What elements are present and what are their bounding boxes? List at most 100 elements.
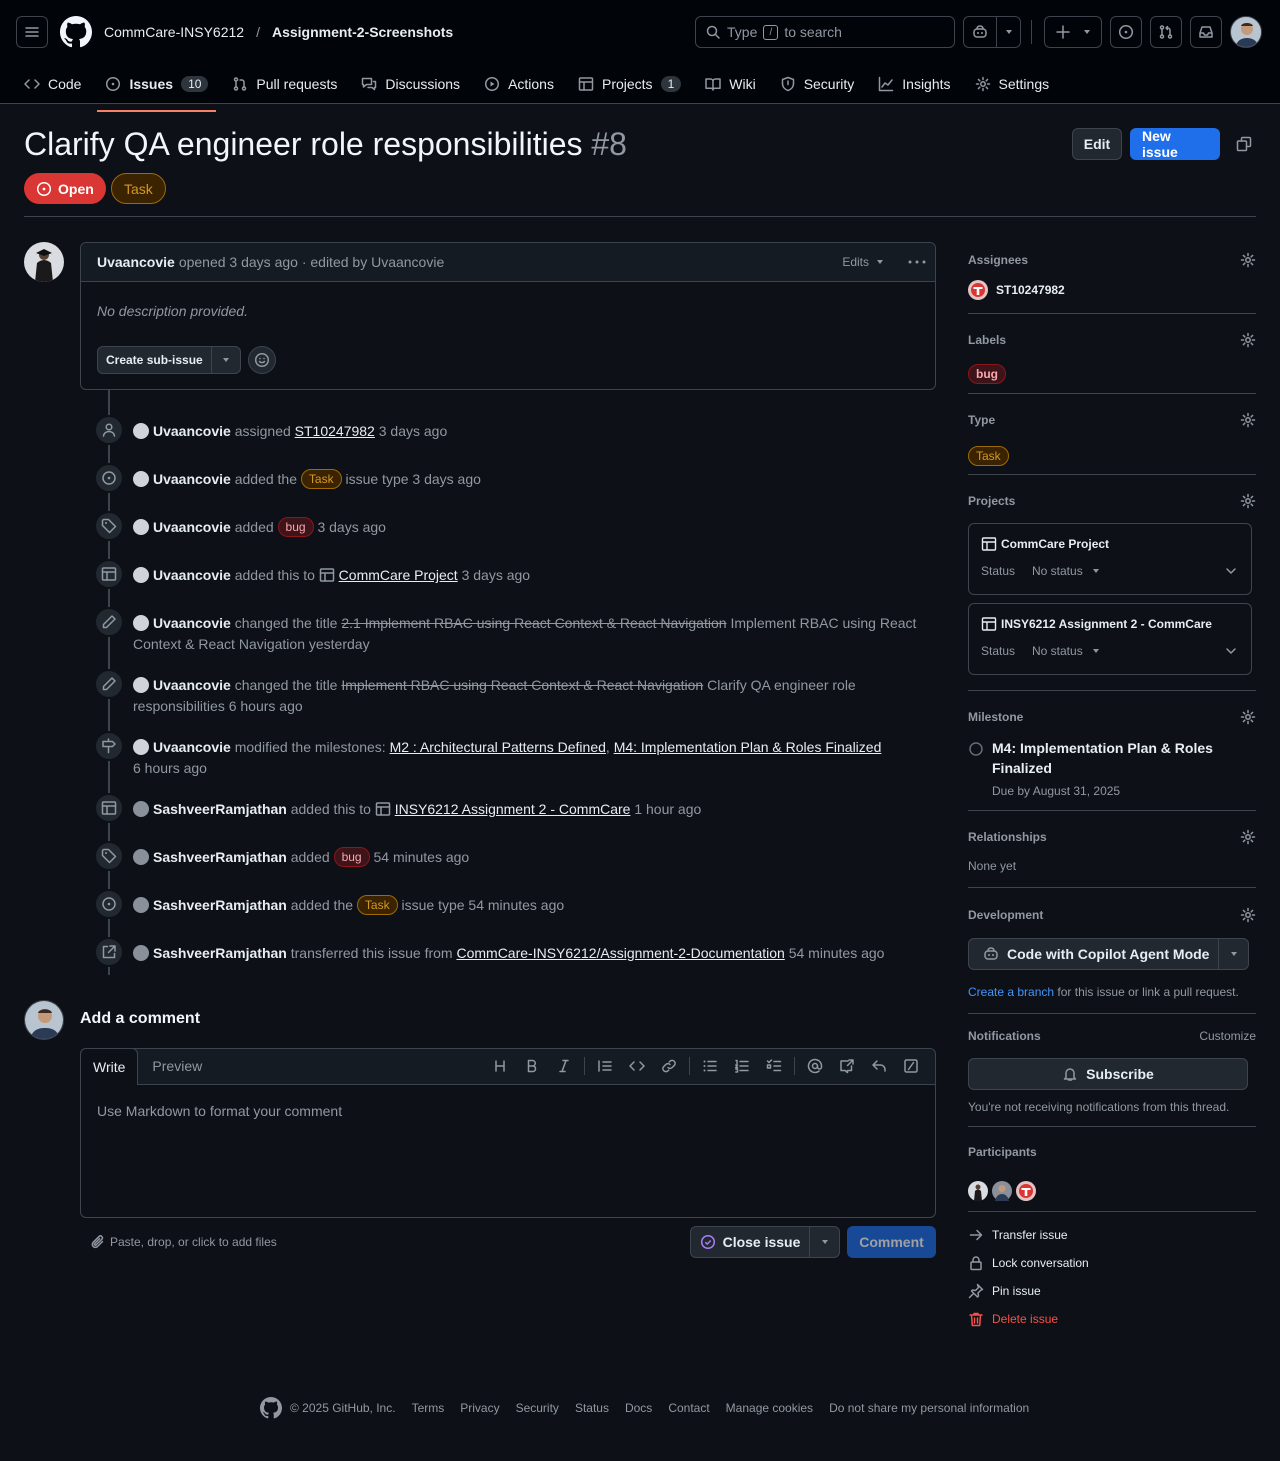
inbox-button[interactable] — [1190, 16, 1222, 48]
milestone-name[interactable]: M4: Implementation Plan & Roles Finalize… — [992, 738, 1232, 778]
actor-avatar[interactable] — [133, 677, 149, 693]
event-actor[interactable]: SashveerRamjathan — [153, 849, 287, 865]
delete-issue-button[interactable]: Delete issue — [968, 1310, 1256, 1328]
actor-avatar[interactable] — [133, 423, 149, 439]
add-reaction-button[interactable] — [247, 346, 276, 374]
create-sub-issue-button[interactable]: Create sub-issue — [98, 353, 211, 367]
source-repo-link[interactable]: CommCare-INSY6212/Assignment-2-Documenta… — [456, 945, 784, 961]
code-button[interactable] — [621, 1058, 653, 1074]
italic-button[interactable] — [548, 1058, 580, 1074]
breadcrumb-org[interactable]: CommCare-INSY6212 — [104, 24, 244, 40]
chevron-down-icon[interactable] — [1223, 643, 1239, 659]
subscribe-button[interactable]: Subscribe — [968, 1058, 1248, 1090]
event-actor[interactable]: Uvaancovie — [153, 739, 231, 755]
customize-notifications-link[interactable]: Customize — [1199, 1029, 1256, 1043]
create-new-button[interactable] — [1044, 16, 1102, 48]
footer-link-docs[interactable]: Docs — [625, 1401, 652, 1415]
tab-pull-requests[interactable]: Pull requests — [224, 68, 345, 100]
comment-author-avatar[interactable] — [24, 242, 64, 282]
label-pill[interactable]: bug — [277, 517, 314, 537]
sub-issue-dropdown-button[interactable] — [212, 355, 240, 365]
participant-avatar[interactable] — [992, 1181, 1012, 1201]
gear-icon[interactable] — [1240, 829, 1256, 845]
event-actor[interactable]: Uvaancovie — [153, 423, 231, 439]
copy-link-button[interactable] — [1228, 128, 1260, 160]
actor-avatar[interactable] — [133, 897, 149, 913]
comment-options-button[interactable] — [907, 254, 927, 270]
heading-button[interactable] — [484, 1058, 516, 1074]
slash-command-button[interactable] — [895, 1058, 927, 1074]
copilot-options-button[interactable] — [1219, 949, 1248, 959]
cross-reference-button[interactable] — [831, 1058, 863, 1074]
gear-icon[interactable] — [1240, 493, 1256, 509]
breadcrumb-repo[interactable]: Assignment-2-Screenshots — [272, 24, 453, 40]
quote-button[interactable] — [589, 1058, 621, 1074]
type-task-pill[interactable]: Task — [968, 446, 1009, 466]
tab-actions[interactable]: Actions — [476, 68, 562, 100]
event-actor[interactable]: Uvaancovie — [153, 519, 231, 535]
assignee-link[interactable]: ST10247982 — [295, 423, 375, 439]
issue-type-badge[interactable]: Task — [111, 173, 166, 204]
chevron-down-icon[interactable] — [1223, 563, 1239, 579]
event-actor[interactable]: SashveerRamjathan — [153, 801, 287, 817]
gear-icon[interactable] — [1240, 332, 1256, 348]
project-name[interactable]: INSY6212 Assignment 2 - CommCare — [1001, 617, 1212, 631]
footer-link-do-not-share[interactable]: Do not share my personal information — [829, 1401, 1029, 1415]
project-link[interactable]: CommCare Project — [339, 567, 458, 583]
task-list-button[interactable] — [758, 1058, 790, 1074]
actor-avatar[interactable] — [133, 801, 149, 817]
type-pill[interactable]: Task — [300, 469, 342, 489]
actor-avatar[interactable] — [133, 739, 149, 755]
comment-author[interactable]: Uvaancovie — [97, 254, 175, 270]
link-button[interactable] — [653, 1058, 685, 1074]
actor-avatar[interactable] — [133, 519, 149, 535]
tab-insights[interactable]: Insights — [870, 68, 958, 100]
tab-settings[interactable]: Settings — [967, 68, 1058, 100]
attach-files-button[interactable]: Paste, drop, or click to add files — [90, 1234, 277, 1250]
github-logo-icon[interactable] — [60, 16, 92, 48]
footer-link-status[interactable]: Status — [575, 1401, 609, 1415]
tab-discussions[interactable]: Discussions — [353, 68, 468, 100]
actor-avatar[interactable] — [133, 945, 149, 961]
bold-button[interactable] — [516, 1058, 548, 1074]
project-status-dropdown[interactable]: No status — [1032, 644, 1101, 658]
gear-icon[interactable] — [1240, 252, 1256, 268]
pull-requests-shortcut-button[interactable] — [1150, 16, 1182, 48]
project-status-dropdown[interactable]: No status — [1032, 564, 1101, 578]
gear-icon[interactable] — [1240, 907, 1256, 923]
issues-shortcut-button[interactable] — [1110, 16, 1142, 48]
tab-write[interactable]: Write — [80, 1048, 139, 1085]
edits-dropdown[interactable]: Edits — [842, 255, 885, 269]
pin-issue-button[interactable]: Pin issue — [968, 1282, 1256, 1300]
comment-textarea[interactable]: Use Markdown to format your comment — [81, 1085, 935, 1137]
gear-icon[interactable] — [1240, 412, 1256, 428]
project-link[interactable]: INSY6212 Assignment 2 - CommCare — [395, 801, 631, 817]
footer-link-security[interactable]: Security — [516, 1401, 559, 1415]
tab-wiki[interactable]: Wiki — [697, 68, 763, 100]
actor-avatar[interactable] — [133, 567, 149, 583]
actor-avatar[interactable] — [133, 849, 149, 865]
copilot-button[interactable] — [963, 16, 1021, 48]
github-logo-icon[interactable] — [260, 1397, 282, 1419]
close-options-button[interactable] — [810, 1237, 839, 1247]
ordered-list-button[interactable] — [726, 1058, 758, 1074]
event-actor[interactable]: Uvaancovie — [153, 567, 231, 583]
assignee-item[interactable]: ST10247982 — [968, 280, 1256, 300]
close-issue-button[interactable]: Close issue — [691, 1234, 809, 1250]
event-actor[interactable]: Uvaancovie — [153, 471, 231, 487]
footer-link-manage-cookies[interactable]: Manage cookies — [726, 1401, 813, 1415]
copilot-agent-button[interactable]: Code with Copilot Agent Mode — [969, 946, 1218, 962]
milestone-link[interactable]: M4: Implementation Plan & Roles Finalize… — [614, 739, 882, 755]
user-avatar[interactable] — [1230, 16, 1262, 48]
transfer-issue-button[interactable]: Transfer issue — [968, 1226, 1256, 1244]
unordered-list-button[interactable] — [694, 1058, 726, 1074]
project-name[interactable]: CommCare Project — [1001, 537, 1109, 551]
tab-security[interactable]: Security — [772, 68, 863, 100]
tab-issues[interactable]: Issues 10 — [97, 68, 217, 112]
label-pill[interactable]: bug — [333, 847, 370, 867]
participant-avatar[interactable] — [1016, 1181, 1036, 1201]
current-user-avatar[interactable] — [24, 1000, 64, 1040]
footer-link-terms[interactable]: Terms — [412, 1401, 445, 1415]
new-issue-button[interactable]: New issue — [1130, 128, 1220, 160]
reply-button[interactable] — [863, 1058, 895, 1074]
